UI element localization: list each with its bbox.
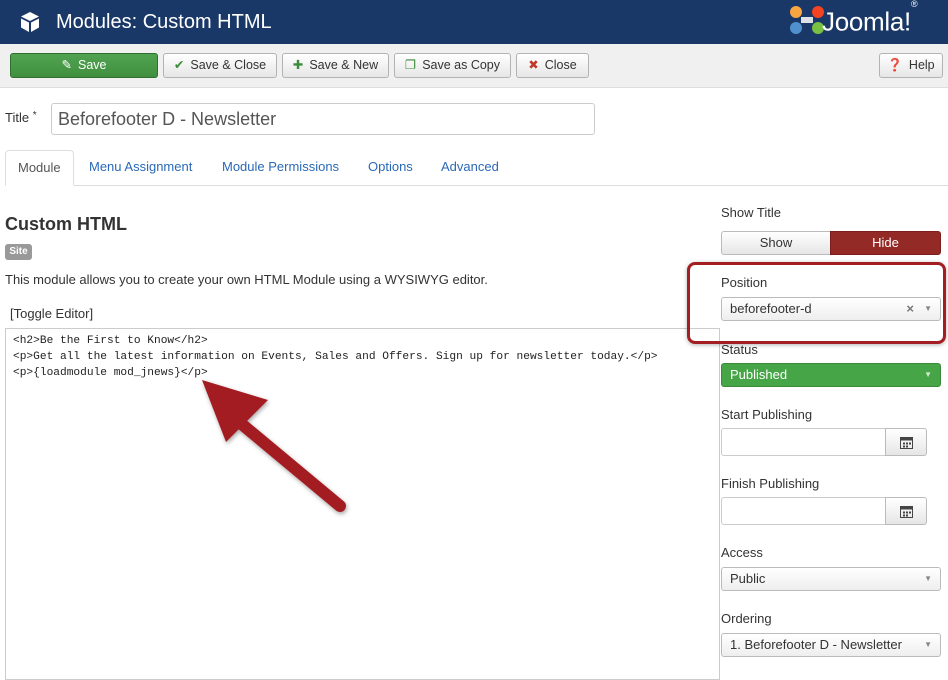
position-value: beforefooter-d xyxy=(730,301,812,316)
caret-down-icon: ▼ xyxy=(924,304,932,313)
save-copy-button[interactable]: ❐ Save as Copy xyxy=(394,53,511,78)
access-label: Access xyxy=(721,545,763,560)
start-publishing-field xyxy=(721,428,927,456)
finish-calendar-button[interactable] xyxy=(885,497,927,525)
finish-publishing-input[interactable] xyxy=(721,497,886,525)
ordering-select[interactable]: 1. Beforefooter D - Newsletter ▼ xyxy=(721,633,941,657)
joomla-logo-icon xyxy=(790,6,824,34)
clear-icon[interactable]: × xyxy=(906,298,914,320)
tab-advanced[interactable]: Advanced xyxy=(441,150,499,186)
save-label: Save xyxy=(77,58,107,72)
module-description: This module allows you to create your ow… xyxy=(5,272,488,287)
annotation-arrow-icon xyxy=(202,380,346,512)
close-circle-icon: ✖ xyxy=(528,58,539,72)
ordering-value: 1. Beforefooter D - Newsletter xyxy=(730,637,902,652)
start-publishing-input[interactable] xyxy=(721,428,886,456)
tab-options[interactable]: Options xyxy=(368,150,413,186)
help-button[interactable]: ❓ Help xyxy=(879,53,943,78)
finish-publishing-label: Finish Publishing xyxy=(721,476,820,491)
save-close-label: Save & Close xyxy=(190,58,267,72)
status-value: Published xyxy=(730,367,788,382)
editor-line: <h2>Be the First to Know</h2> xyxy=(13,335,208,347)
show-title-hide-option[interactable]: Hide xyxy=(830,231,941,255)
calendar-icon xyxy=(900,437,913,449)
title-label: Title * xyxy=(5,110,37,125)
close-button[interactable]: ✖ Close xyxy=(516,53,589,78)
joomla-logo-text: Joomla!® xyxy=(822,0,918,37)
cube-icon xyxy=(21,12,39,32)
position-select[interactable]: beforefooter-d × ▼ xyxy=(721,297,941,321)
access-value: Public xyxy=(730,571,766,586)
status-select[interactable]: Published ▼ xyxy=(721,363,941,387)
access-select[interactable]: Public ▼ xyxy=(721,567,941,591)
save-button[interactable]: ✎ Save xyxy=(10,53,158,78)
caret-down-icon: ▼ xyxy=(924,574,932,583)
copy-icon: ❐ xyxy=(404,58,417,72)
tab-module-permissions[interactable]: Module Permissions xyxy=(222,150,339,186)
title-input[interactable]: Beforefooter D - Newsletter xyxy=(51,103,595,135)
plus-icon: ✚ xyxy=(292,58,304,72)
show-title-label: Show Title xyxy=(721,205,781,220)
toggle-editor-link[interactable]: [Toggle Editor] xyxy=(10,306,93,321)
finish-publishing-field xyxy=(721,497,927,525)
save-copy-label: Save as Copy xyxy=(422,58,501,72)
close-label: Close xyxy=(544,58,577,72)
tab-menu-assignment[interactable]: Menu Assignment xyxy=(89,150,192,186)
editor-line: <p>Get all the latest information on Eve… xyxy=(13,351,658,363)
check-icon: ✔ xyxy=(173,58,185,72)
tab-module[interactable]: Module xyxy=(5,150,74,186)
help-label: Help xyxy=(908,58,935,72)
ordering-label: Ordering xyxy=(721,611,772,626)
status-label: Status xyxy=(721,342,758,354)
module-heading: Custom HTML xyxy=(5,214,127,234)
header-bar: Modules: Custom HTML Joomla!® xyxy=(0,0,948,44)
toolbar: ✎ Save ✔ Save & Close ✚ Save & New ❐ Save as… xyxy=(0,44,948,88)
start-calendar-button[interactable] xyxy=(885,428,927,456)
save-new-label: Save & New xyxy=(309,58,379,72)
caret-down-icon: ▼ xyxy=(924,370,932,379)
calendar-icon xyxy=(900,506,913,518)
caret-down-icon: ▼ xyxy=(924,640,932,649)
show-title-show-option[interactable]: Show xyxy=(721,231,831,255)
editor-line: <p>{loadmodule mod_jnews}</p> xyxy=(13,367,208,379)
edit-icon: ✎ xyxy=(61,58,72,72)
html-editor-textarea[interactable]: <h2>Be the First to Know</h2> <p>Get all… xyxy=(5,328,720,680)
question-icon: ❓ xyxy=(887,58,903,72)
start-publishing-label: Start Publishing xyxy=(721,407,813,422)
position-label: Position xyxy=(721,275,768,290)
save-close-button[interactable]: ✔ Save & Close xyxy=(163,53,277,78)
page-title: Modules: Custom HTML xyxy=(56,11,272,33)
save-new-button[interactable]: ✚ Save & New xyxy=(282,53,389,78)
show-title-toggle: Show Hide xyxy=(721,231,941,255)
site-badge: Site xyxy=(5,244,32,260)
